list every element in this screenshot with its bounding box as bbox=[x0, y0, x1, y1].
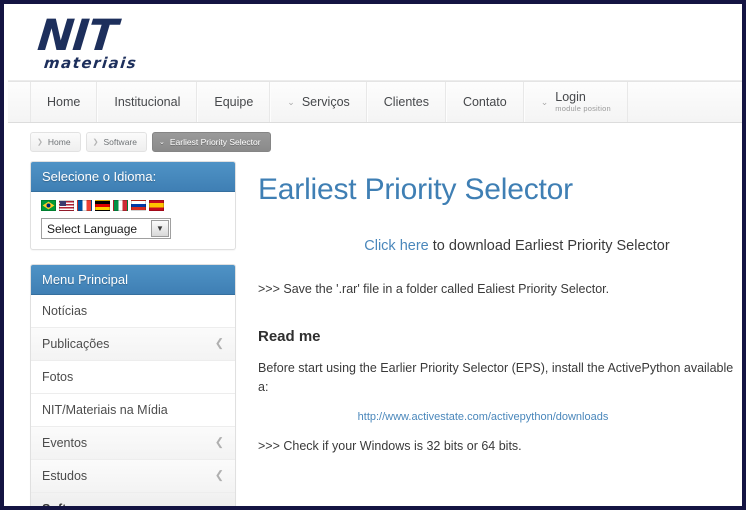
windows-note: >>> Check if your Windows is 32 bits or … bbox=[258, 438, 522, 453]
chevron-down-icon: ⌄ bbox=[158, 138, 165, 146]
download-link[interactable]: Click here bbox=[364, 238, 428, 254]
nav-label: Institucional bbox=[114, 95, 181, 109]
flag-brazil-icon[interactable] bbox=[41, 200, 56, 211]
logo-text-nit: NIT bbox=[35, 11, 119, 61]
activepython-url-line: http://www.activestate.com/activepython/… bbox=[258, 411, 736, 423]
sidebar-item-fotos[interactable]: Fotos bbox=[31, 361, 235, 394]
sidebar-item-label: Publicações bbox=[42, 337, 110, 351]
language-module-body: Select Language ▼ bbox=[31, 192, 235, 249]
sidebar-item-label: Eventos bbox=[42, 436, 88, 450]
nav-item-contato[interactable]: Contato bbox=[445, 82, 524, 122]
breadcrumb-item-software[interactable]: ❯ Software bbox=[85, 132, 147, 152]
sidebar-item-label: NIT/Materiais na Mídia bbox=[42, 403, 168, 417]
sidebar-item-nit-materiais-na-midia[interactable]: NIT/Materiais na Mídia bbox=[31, 394, 235, 427]
activepython-link[interactable]: http://www.activestate.com/activepython/… bbox=[358, 411, 609, 423]
chevron-left-icon: ❮ bbox=[214, 469, 224, 482]
language-select[interactable]: Select Language ▼ bbox=[41, 218, 171, 239]
flag-italy-icon[interactable] bbox=[113, 200, 128, 211]
flag-france-icon[interactable] bbox=[77, 200, 92, 211]
chevron-down-icon: ⌄ bbox=[287, 96, 295, 107]
login-subtitle: module position bbox=[555, 103, 611, 113]
readme-heading: Read me bbox=[258, 328, 321, 346]
nav-label: Serviços bbox=[301, 95, 350, 109]
breadcrumb-item-current[interactable]: ⌄ Earliest Priority Selector bbox=[151, 132, 271, 152]
main-menu-list: Notícias Publicações ❮ Fotos NIT/Materia… bbox=[31, 295, 235, 510]
breadcrumb-label: Software bbox=[103, 137, 137, 147]
sidebar-item-publicacoes[interactable]: Publicações ❮ bbox=[31, 328, 235, 361]
language-module: Selecione o Idioma: Select Language ▼ bbox=[30, 161, 236, 250]
sidebar-item-software[interactable]: Software bbox=[31, 493, 235, 510]
download-line: Click here to download Earliest Priority… bbox=[258, 238, 736, 254]
download-line-rest: to download Earliest Priority Selector bbox=[428, 237, 670, 254]
sidebar-item-label: Estudos bbox=[42, 469, 88, 483]
nav-item-institucional[interactable]: Institucional bbox=[97, 82, 198, 122]
flag-usa-icon[interactable] bbox=[59, 200, 74, 211]
breadcrumb-item-home[interactable]: ❯ Home bbox=[30, 132, 81, 152]
chevron-left-icon: ❮ bbox=[214, 337, 224, 350]
sidebar-item-noticias[interactable]: Notícias bbox=[31, 295, 235, 328]
flag-list bbox=[41, 200, 225, 211]
flag-russia-icon[interactable] bbox=[131, 200, 146, 211]
nav-item-home[interactable]: Home bbox=[30, 82, 98, 122]
readme-intro: Before start using the Earlier Priority … bbox=[258, 361, 734, 394]
nav-label: Contato bbox=[462, 95, 507, 109]
logo-text-materiais: materiais bbox=[43, 54, 139, 72]
main-navigation: Home Institucional Equipe ⌄ Serviços Cli… bbox=[8, 81, 742, 123]
sidebar-item-eventos[interactable]: Eventos ❮ bbox=[31, 427, 235, 460]
nav-item-login[interactable]: ⌄ Login module position bbox=[523, 82, 628, 122]
chevron-down-icon: ▼ bbox=[151, 220, 169, 237]
page-root: NIT materiais Home Institucional Equipe … bbox=[8, 8, 742, 510]
language-select-value: Select Language bbox=[47, 221, 138, 236]
breadcrumb-label: Home bbox=[47, 137, 71, 147]
chevron-right-icon: ❯ bbox=[92, 138, 99, 146]
sidebar-item-estudos[interactable]: Estudos ❮ bbox=[31, 460, 235, 493]
login-labels: Login module position bbox=[555, 90, 611, 113]
chevron-right-icon: ❯ bbox=[37, 138, 43, 146]
language-module-title: Selecione o Idioma: bbox=[31, 162, 235, 192]
body-area: Selecione o Idioma: Select Language ▼ Me… bbox=[8, 161, 742, 510]
flag-spain-icon[interactable] bbox=[149, 200, 164, 211]
chevron-down-icon: ⌄ bbox=[540, 96, 549, 107]
flag-germany-icon[interactable] bbox=[95, 200, 110, 211]
page-title: Earliest Priority Selector bbox=[258, 173, 573, 206]
sidebar: Selecione o Idioma: Select Language ▼ Me… bbox=[30, 161, 236, 510]
chevron-left-icon: ❮ bbox=[214, 436, 224, 449]
nav-item-equipe[interactable]: Equipe bbox=[197, 82, 271, 122]
nav-item-clientes[interactable]: Clientes bbox=[366, 82, 446, 122]
main-menu-title: Menu Principal bbox=[31, 265, 235, 295]
sidebar-item-label: Software bbox=[42, 502, 95, 510]
sidebar-item-label: Notícias bbox=[42, 304, 88, 318]
save-note: >>> Save the '.rar' file in a folder cal… bbox=[258, 281, 610, 296]
nav-item-servicos[interactable]: ⌄ Serviços bbox=[270, 82, 367, 122]
nav-label: Home bbox=[47, 95, 81, 109]
nav-label: Equipe bbox=[214, 95, 254, 109]
breadcrumb-label: Earliest Priority Selector bbox=[169, 137, 261, 147]
nav-label: Clientes bbox=[383, 95, 429, 109]
login-title: Login bbox=[555, 90, 586, 104]
site-logo[interactable]: NIT materiais bbox=[35, 11, 188, 72]
sidebar-item-label: Fotos bbox=[42, 370, 74, 384]
main-menu-module: Menu Principal Notícias Publicações ❮ Fo… bbox=[30, 264, 236, 510]
breadcrumb: ❯ Home ❯ Software ⌄ Earliest Priority Se… bbox=[8, 123, 742, 161]
browser-frame: NIT materiais Home Institucional Equipe … bbox=[0, 0, 746, 510]
site-header: NIT materiais bbox=[8, 8, 742, 81]
main-content: Earliest Priority Selector Click here to… bbox=[250, 161, 736, 506]
